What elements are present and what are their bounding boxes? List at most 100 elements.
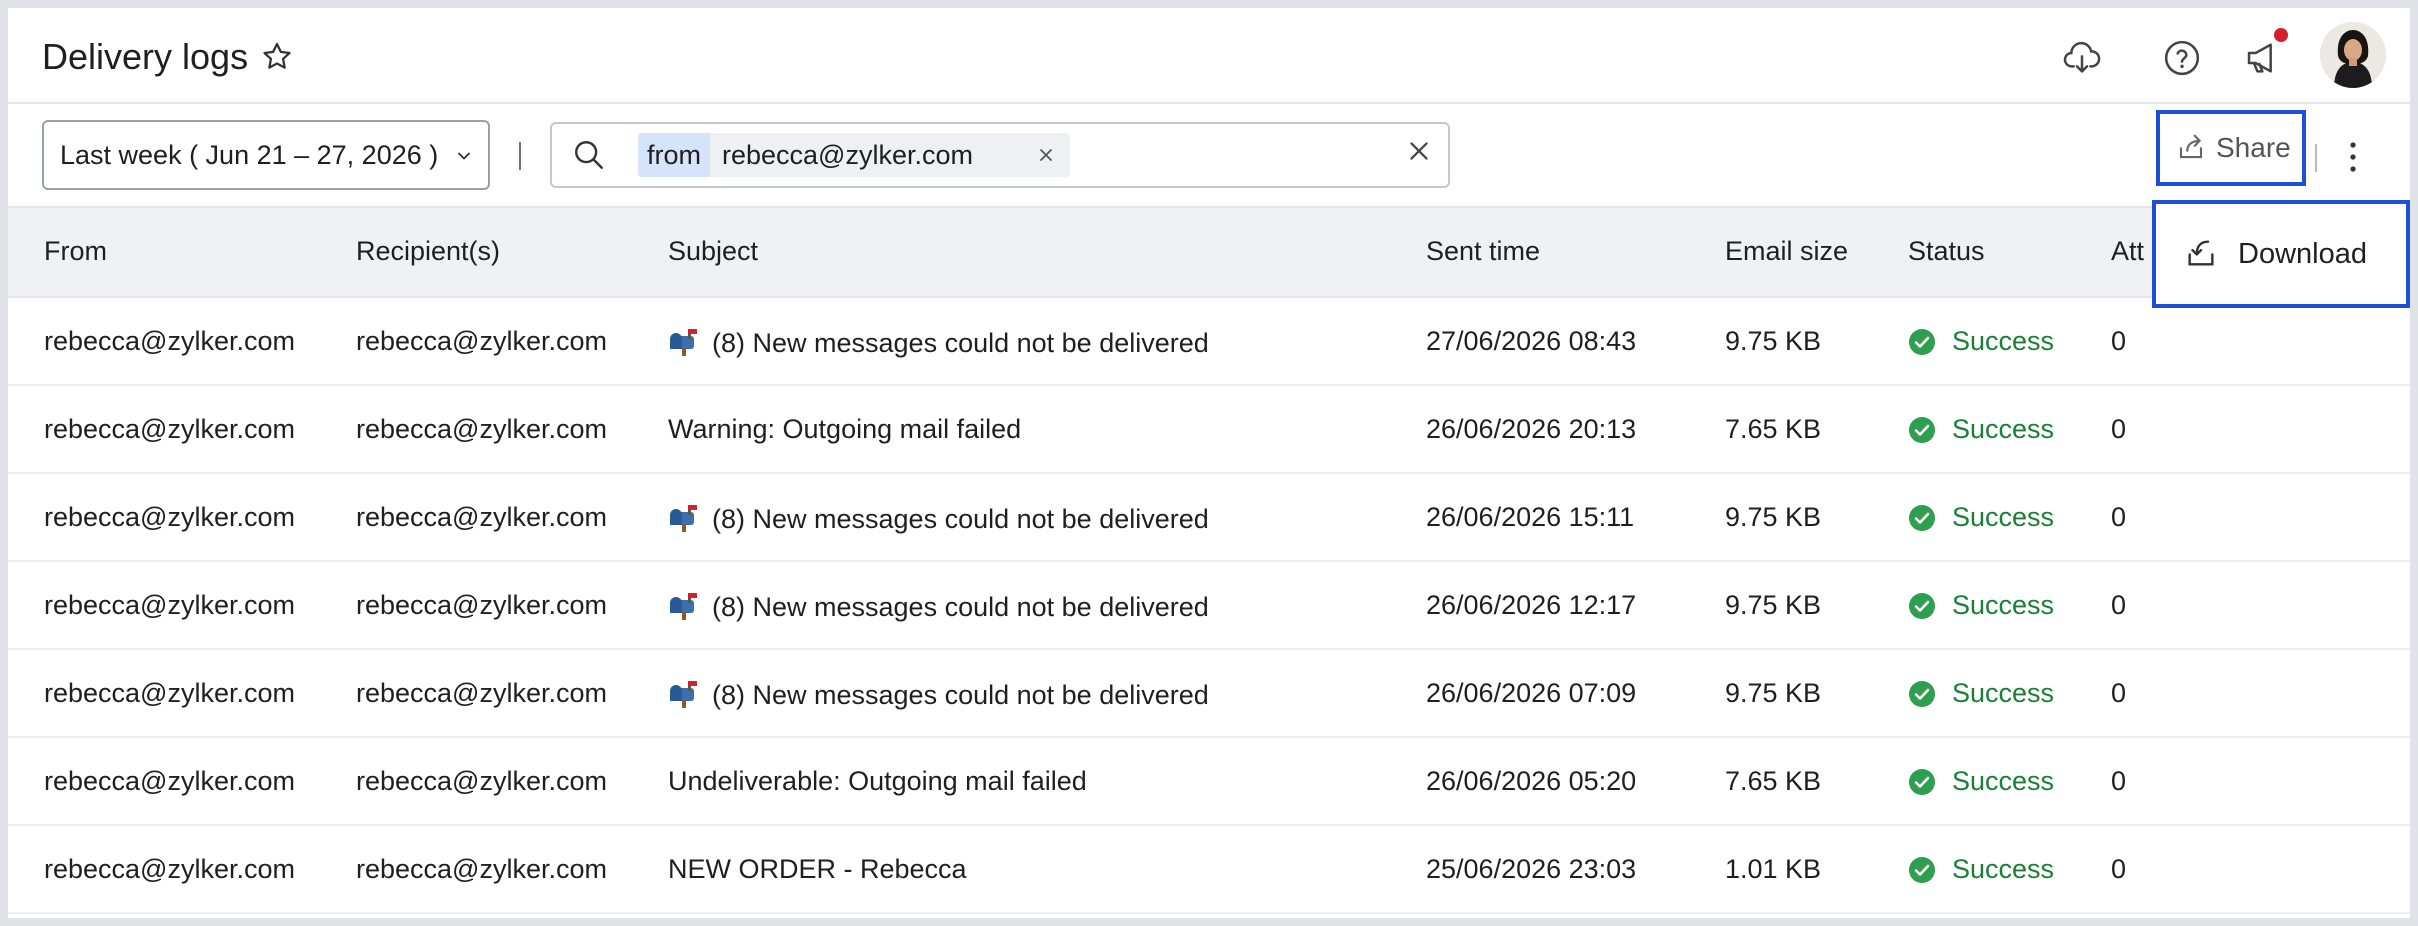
cell-recipient: rebecca@zylker.com xyxy=(356,326,607,356)
cell-from: rebecca@zylker.com xyxy=(44,854,295,884)
announcement-icon[interactable] xyxy=(2244,38,2284,78)
cell-subject: Warning: Outgoing mail failed xyxy=(668,414,1021,445)
share-icon xyxy=(2179,134,2203,159)
cell-sent-time: 26/06/2026 05:20 xyxy=(1426,766,1637,796)
cell-attachments: 0 xyxy=(2111,502,2127,532)
mailbox-icon xyxy=(670,329,697,356)
subject-text: NEW ORDER - Rebecca xyxy=(668,854,967,884)
share-dropdown-menu: Download xyxy=(2152,200,2410,308)
table-row[interactable]: rebecca@zylker.com rebecca@zylker.com (8) … xyxy=(8,562,2410,650)
table-row[interactable]: rebecca@zylker.com rebecca@zylker.com NEW … xyxy=(8,826,2410,914)
status-text: Success xyxy=(1952,414,2055,444)
star-icon[interactable] xyxy=(260,40,294,74)
table-row[interactable]: rebecca@zylker.com rebecca@zylker.com (8) … xyxy=(8,650,2410,738)
search-icon xyxy=(575,141,603,169)
success-check-icon xyxy=(1909,593,1935,619)
table-row[interactable]: rebecca@zylker.com rebecca@zylker.com (8) … xyxy=(8,298,2410,386)
cell-attachments: 0 xyxy=(2111,766,2127,796)
avatar[interactable] xyxy=(2320,22,2386,88)
cell-subject: (8) New messages could not be delivered xyxy=(668,326,1209,359)
cell-subject: (8) New messages could not be delivered xyxy=(668,502,1209,535)
chip-key: from xyxy=(638,133,710,177)
subject-text: (8) New messages could not be delivered xyxy=(712,504,1209,534)
success-check-icon xyxy=(1909,505,1935,531)
cell-subject: (8) New messages could not be delivered xyxy=(668,678,1209,711)
cell-from: rebecca@zylker.com xyxy=(44,326,295,356)
status-text: Success xyxy=(1952,326,2055,356)
cell-from: rebecca@zylker.com xyxy=(44,502,295,532)
menu-item-download[interactable]: Download xyxy=(2156,204,2406,304)
column-header-attachments[interactable]: Att xyxy=(2111,236,2144,267)
success-check-icon xyxy=(1909,329,1935,355)
status-text: Success xyxy=(1952,590,2055,620)
search-input[interactable]: from rebecca@zylker.com xyxy=(550,122,1450,188)
cell-from: rebecca@zylker.com xyxy=(44,414,295,444)
column-header-recipients[interactable]: Recipient(s) xyxy=(356,236,500,267)
delivery-logs-page: Delivery logs Last week (Jun 21 – 27, 2… xyxy=(8,8,2410,918)
cell-email-size: 7.65 KB xyxy=(1725,766,1822,796)
subject-text: Undeliverable: Outgoing mail failed xyxy=(668,766,1087,796)
chevron-down-icon xyxy=(458,152,470,160)
cell-attachments: 0 xyxy=(2111,414,2127,444)
cell-subject: Undeliverable: Outgoing mail failed xyxy=(668,766,1087,797)
cell-sent-time: 25/06/2026 23:03 xyxy=(1426,854,1637,884)
page-header: Delivery logs xyxy=(8,8,2410,104)
subject-text: (8) New messages could not be delivered xyxy=(712,328,1209,358)
table-row[interactable]: rebecca@zylker.com rebecca@zylker.com Warn… xyxy=(8,386,2410,474)
cell-email-size: 9.75 KB xyxy=(1725,678,1822,708)
cell-sent-time: 26/06/2026 07:09 xyxy=(1426,678,1637,708)
status-text: Success xyxy=(1952,854,2055,884)
mailbox-icon xyxy=(670,681,697,708)
clear-search-icon[interactable] xyxy=(1408,140,1430,162)
subject-text: Warning: Outgoing mail failed xyxy=(668,414,1022,444)
help-icon[interactable] xyxy=(2162,38,2202,78)
share-button[interactable]: Share xyxy=(2156,110,2306,186)
table-row[interactable]: rebecca@zylker.com rebecca@zylker.com (8) … xyxy=(8,474,2410,562)
date-range-select[interactable]: Last week ( Jun 21 – 27, 2026 ) xyxy=(42,120,490,190)
cell-email-size: 9.75 KB xyxy=(1725,502,1822,532)
column-header-email-size[interactable]: Email size xyxy=(1725,236,1848,267)
cell-from: rebecca@zylker.com xyxy=(44,766,295,796)
chip-value: rebecca@zylker.com xyxy=(722,140,973,170)
status-text: Success xyxy=(1952,678,2055,708)
toolbar-divider xyxy=(519,142,521,170)
date-range-label: Last week ( Jun 21 – 27, 2026 ) xyxy=(60,140,439,170)
cell-from: rebecca@zylker.com xyxy=(44,678,295,708)
download-icon xyxy=(2188,240,2214,266)
mailbox-icon xyxy=(670,505,697,532)
cell-attachments: 0 xyxy=(2111,590,2127,620)
cell-recipient: rebecca@zylker.com xyxy=(356,678,607,708)
success-check-icon xyxy=(1909,769,1935,795)
mailbox-icon xyxy=(670,593,697,620)
subject-text: (8) New messages could not be delivered xyxy=(712,680,1209,710)
column-header-subject[interactable]: Subject xyxy=(668,236,758,267)
column-header-from[interactable]: From xyxy=(44,236,107,267)
table-row[interactable]: rebecca@zylker.com rebecca@zylker.com Unde… xyxy=(8,738,2410,826)
cell-email-size: 9.75 KB xyxy=(1725,326,1822,356)
cell-from: rebecca@zylker.com xyxy=(44,590,295,620)
cell-attachments: 0 xyxy=(2111,678,2127,708)
subject-text: (8) New messages could not be delivered xyxy=(712,592,1209,622)
cell-email-size: 9.75 KB xyxy=(1725,590,1822,620)
cloud-download-icon[interactable] xyxy=(2062,38,2102,78)
column-header-status[interactable]: Status xyxy=(1908,236,1985,267)
cell-email-size: 1.01 KB xyxy=(1725,854,1822,884)
cell-sent-time: 27/06/2026 08:43 xyxy=(1426,326,1637,356)
cell-recipient: rebecca@zylker.com xyxy=(356,766,607,796)
more-options-icon[interactable] xyxy=(2348,140,2358,174)
search-filter-chip[interactable]: from rebecca@zylker.com xyxy=(638,133,1070,177)
chip-close-icon[interactable] xyxy=(1038,147,1054,163)
cell-email-size: 7.65 KB xyxy=(1725,414,1822,444)
column-header-sent-time[interactable]: Sent time xyxy=(1426,236,1540,267)
status-text: Success xyxy=(1952,766,2055,796)
cell-attachments: 0 xyxy=(2111,326,2127,356)
success-check-icon xyxy=(1909,681,1935,707)
share-label: Share xyxy=(2216,132,2291,163)
cell-recipient: rebecca@zylker.com xyxy=(356,590,607,620)
success-check-icon xyxy=(1909,417,1935,443)
table-header: From Recipient(s) Subject Sent time Emai… xyxy=(8,208,2410,298)
success-check-icon xyxy=(1909,857,1935,883)
cell-subject: (8) New messages could not be delivered xyxy=(668,590,1209,623)
cell-recipient: rebecca@zylker.com xyxy=(356,854,607,884)
cell-recipient: rebecca@zylker.com xyxy=(356,502,607,532)
